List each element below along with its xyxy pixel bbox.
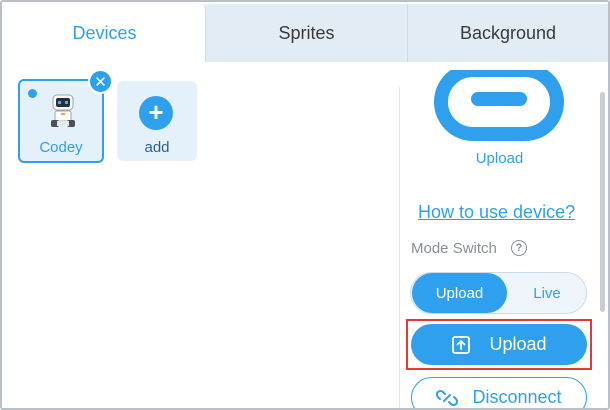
mode-live-option[interactable]: Live <box>507 273 587 313</box>
devices-panel: Devices Sprites Background Codey ✕ + add… <box>0 0 610 410</box>
mode-upload-option[interactable]: Upload <box>412 273 507 313</box>
info-icon[interactable]: ? <box>511 240 527 256</box>
mode-switch: Upload Live <box>410 272 587 314</box>
remove-device-icon[interactable]: ✕ <box>88 69 113 94</box>
add-device-label: add <box>144 139 170 156</box>
tab-sprites[interactable]: Sprites <box>206 4 408 62</box>
add-device-button[interactable]: + add <box>117 81 197 161</box>
tab-bar: Devices Sprites Background <box>4 4 608 62</box>
device-card-codey[interactable]: Codey <box>18 79 104 163</box>
disconnect-button[interactable]: Disconnect <box>411 377 587 408</box>
tab-devices[interactable]: Devices <box>4 4 206 62</box>
scrollbar[interactable] <box>600 92 605 312</box>
panel-divider <box>399 87 400 408</box>
connected-indicator <box>28 89 37 98</box>
mode-switch-label: Mode Switch <box>411 240 497 257</box>
broken-link-icon <box>436 389 459 406</box>
connection-mode-caption: Upload <box>475 150 524 167</box>
how-to-use-link[interactable]: How to use device? <box>418 202 575 223</box>
upload-icon <box>452 335 471 354</box>
device-label: Codey <box>39 139 83 156</box>
disconnect-button-label: Disconnect <box>472 387 562 407</box>
codey-robot-icon <box>51 94 75 127</box>
tab-background[interactable]: Background <box>408 4 608 62</box>
link-icon <box>433 62 565 141</box>
upload-button[interactable]: Upload <box>411 324 587 365</box>
upload-button-label: Upload <box>489 334 547 354</box>
plus-icon: + <box>139 96 173 130</box>
